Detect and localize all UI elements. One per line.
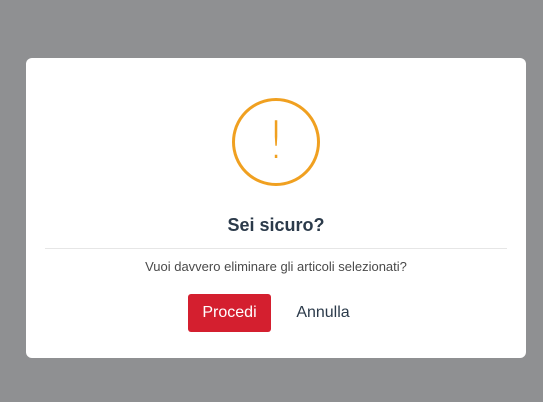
- warning-icon: !: [232, 98, 320, 186]
- confirmation-dialog: ! Sei sicuro? Vuoi davvero eliminare gli…: [26, 58, 526, 358]
- confirm-button[interactable]: Procedi: [188, 294, 271, 332]
- dialog-title: Sei sicuro?: [227, 215, 325, 235]
- divider: [45, 248, 507, 249]
- exclamation-icon: !: [265, 111, 287, 171]
- cancel-button[interactable]: Annulla: [283, 294, 363, 332]
- dialog-message: Vuoi davvero eliminare gli articoli sele…: [145, 259, 407, 274]
